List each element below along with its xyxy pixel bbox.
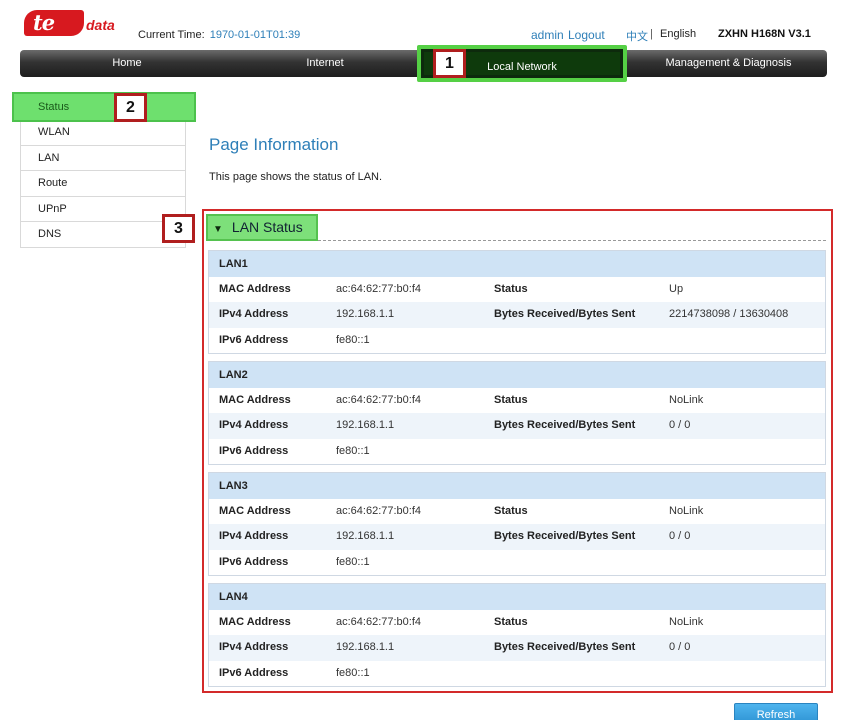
lan-card-title: LAN1 bbox=[209, 251, 825, 277]
current-time-label: Current Time: bbox=[138, 29, 205, 41]
callout-3: 3 bbox=[162, 214, 195, 243]
bytes-label: Bytes Received/Bytes Sent bbox=[494, 641, 636, 654]
lan-row: IPv4 Address 192.168.1.1 Bytes Received/… bbox=[209, 302, 825, 328]
bytes-label: Bytes Received/Bytes Sent bbox=[494, 419, 636, 432]
lan-row: IPv4 Address 192.168.1.1 Bytes Received/… bbox=[209, 413, 825, 439]
lan-row: IPv6 Address fe80::1 bbox=[209, 550, 825, 575]
lan-card-title: LAN4 bbox=[209, 584, 825, 610]
current-time: Current Time: 1970-01-01T01:39 bbox=[138, 29, 300, 41]
status-label: Status bbox=[494, 505, 528, 517]
status-value: NoLink bbox=[669, 616, 704, 628]
status-label: Status bbox=[494, 283, 528, 295]
ipv4-value: 192.168.1.1 bbox=[336, 641, 395, 654]
lan-status-section-toggle[interactable]: ▼ LAN Status bbox=[206, 214, 318, 241]
bytes-value: 0 / 0 bbox=[669, 530, 691, 543]
lan-row: IPv4 Address 192.168.1.1 Bytes Received/… bbox=[209, 524, 825, 550]
ipv4-value: 192.168.1.1 bbox=[336, 308, 395, 321]
current-time-value: 1970-01-01T01:39 bbox=[209, 29, 301, 41]
lan-row: IPv4 Address 192.168.1.1 Bytes Received/… bbox=[209, 635, 825, 661]
page-title: Page Information bbox=[209, 135, 339, 154]
logout-link[interactable]: Logout bbox=[568, 28, 605, 42]
ipv6-label: IPv6 Address bbox=[219, 444, 289, 457]
ipv4-label: IPv4 Address bbox=[219, 419, 289, 432]
lan-row: MAC Address ac:64:62:77:b0:f4 Status Up bbox=[209, 277, 825, 302]
lan-card: LAN4 MAC Address ac:64:62:77:b0:f4 Statu… bbox=[208, 583, 826, 687]
mac-label: MAC Address bbox=[219, 505, 291, 517]
ipv4-label: IPv4 Address bbox=[219, 530, 289, 543]
status-label: Status bbox=[494, 394, 528, 406]
lan-card-title: LAN2 bbox=[209, 362, 825, 388]
section-title: LAN Status bbox=[231, 219, 303, 235]
ipv4-label: IPv4 Address bbox=[219, 308, 289, 321]
main-nav: Home Internet Local Network Management &… bbox=[20, 45, 827, 82]
username-link[interactable]: admin bbox=[531, 28, 564, 42]
sidebar-item-status[interactable]: Status bbox=[12, 92, 196, 122]
status-label: Status bbox=[494, 616, 528, 628]
nav-local-network-label: Local Network bbox=[487, 61, 557, 73]
mac-value: ac:64:62:77:b0:f4 bbox=[336, 283, 422, 295]
ipv6-label: IPv6 Address bbox=[219, 333, 289, 346]
mac-label: MAC Address bbox=[219, 616, 291, 628]
mac-label: MAC Address bbox=[219, 394, 291, 406]
callout-1: 1 bbox=[433, 49, 466, 78]
status-value: Up bbox=[669, 283, 684, 295]
ipv6-value: fe80::1 bbox=[336, 444, 370, 457]
mac-label: MAC Address bbox=[219, 283, 291, 295]
lan-row: MAC Address ac:64:62:77:b0:f4 Status NoL… bbox=[209, 610, 825, 635]
language-english[interactable]: English bbox=[660, 28, 696, 40]
sidebar-item-route[interactable]: Route bbox=[20, 171, 186, 197]
logo-word: data bbox=[86, 17, 115, 33]
logo-mark: te bbox=[24, 10, 84, 36]
mac-value: ac:64:62:77:b0:f4 bbox=[336, 394, 422, 406]
lan-card: LAN2 MAC Address ac:64:62:77:b0:f4 Statu… bbox=[208, 361, 826, 465]
bytes-label: Bytes Received/Bytes Sent bbox=[494, 530, 636, 543]
device-model: ZXHN H168N V3.1 bbox=[718, 28, 811, 40]
nav-internet[interactable]: Internet bbox=[234, 50, 416, 77]
nav-home[interactable]: Home bbox=[20, 50, 234, 77]
language-chinese-link[interactable]: 中文 bbox=[626, 28, 648, 44]
sidebar-item-lan[interactable]: LAN bbox=[20, 145, 186, 171]
lan-row: IPv6 Address fe80::1 bbox=[209, 439, 825, 464]
lan-card-title: LAN3 bbox=[209, 473, 825, 499]
bytes-value: 2214738098 / 13630408 bbox=[669, 308, 789, 321]
ipv6-label: IPv6 Address bbox=[219, 555, 289, 568]
sidebar-item-wlan[interactable]: WLAN bbox=[20, 120, 186, 146]
ipv6-label: IPv6 Address bbox=[219, 666, 289, 679]
collapse-triangle-icon: ▼ bbox=[213, 224, 223, 235]
bytes-value: 0 / 0 bbox=[669, 419, 691, 432]
mac-value: ac:64:62:77:b0:f4 bbox=[336, 616, 422, 628]
bytes-value: 0 / 0 bbox=[669, 641, 691, 654]
ipv6-value: fe80::1 bbox=[336, 555, 370, 568]
mac-value: ac:64:62:77:b0:f4 bbox=[336, 505, 422, 517]
refresh-button[interactable]: Refresh bbox=[734, 703, 818, 720]
ipv4-label: IPv4 Address bbox=[219, 641, 289, 654]
section-divider bbox=[318, 240, 826, 241]
lan-card: LAN1 MAC Address ac:64:62:77:b0:f4 Statu… bbox=[208, 250, 826, 354]
lan-row: IPv6 Address fe80::1 bbox=[209, 328, 825, 353]
status-value: NoLink bbox=[669, 394, 704, 406]
lan-row: IPv6 Address fe80::1 bbox=[209, 661, 825, 686]
brand-logo: te data bbox=[24, 10, 116, 38]
ipv6-value: fe80::1 bbox=[336, 333, 370, 346]
ipv4-value: 192.168.1.1 bbox=[336, 419, 395, 432]
ipv4-value: 192.168.1.1 bbox=[336, 530, 395, 543]
page-description: This page shows the status of LAN. bbox=[209, 171, 383, 183]
lan-card: LAN3 MAC Address ac:64:62:77:b0:f4 Statu… bbox=[208, 472, 826, 576]
callout-2: 2 bbox=[114, 93, 147, 122]
bytes-label: Bytes Received/Bytes Sent bbox=[494, 308, 636, 321]
lan-row: MAC Address ac:64:62:77:b0:f4 Status NoL… bbox=[209, 499, 825, 524]
language-separator: | bbox=[650, 28, 653, 40]
nav-management-diagnosis[interactable]: Management & Diagnosis bbox=[630, 50, 827, 77]
ipv6-value: fe80::1 bbox=[336, 666, 370, 679]
lan-row: MAC Address ac:64:62:77:b0:f4 Status NoL… bbox=[209, 388, 825, 413]
status-value: NoLink bbox=[669, 505, 704, 517]
